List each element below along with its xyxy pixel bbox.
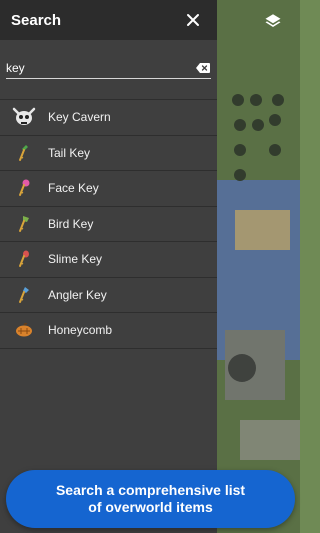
result-item[interactable]: Honeycomb: [0, 313, 217, 349]
bird-key-icon: [0, 206, 48, 241]
honeycomb-icon: [0, 313, 48, 348]
backspace-clear-icon: [196, 62, 210, 73]
layers-icon: [265, 14, 281, 27]
search-drawer: Search Key Cavern: [0, 0, 217, 533]
drawer-header: Search: [0, 0, 217, 40]
result-item[interactable]: Face Key: [0, 171, 217, 207]
result-item[interactable]: Tail Key: [0, 135, 217, 171]
result-label: Slime Key: [48, 252, 103, 267]
result-label: Tail Key: [48, 145, 91, 160]
result-item[interactable]: Angler Key: [0, 277, 217, 313]
result-label: Face Key: [48, 181, 99, 196]
close-icon: [187, 14, 199, 26]
layers-button[interactable]: [258, 8, 288, 34]
clear-search-button[interactable]: [195, 60, 211, 76]
tail-key-icon: [0, 135, 48, 170]
result-label: Key Cavern: [48, 110, 111, 125]
result-item[interactable]: Key Cavern: [0, 100, 217, 136]
promo-text: Search a comprehensive list of overworld…: [55, 482, 246, 515]
result-item[interactable]: Bird Key: [0, 206, 217, 242]
promo-banner[interactable]: Search a comprehensive list of overworld…: [6, 470, 295, 528]
result-label: Bird Key: [48, 216, 94, 231]
search-results-list: Key Cavern Tail Key Face Key Bird Key Sl…: [0, 99, 217, 349]
face-key-icon: [0, 171, 48, 206]
search-row: [6, 57, 211, 79]
result-label: Honeycomb: [48, 323, 113, 338]
result-label: Angler Key: [48, 287, 107, 302]
map-scrim: [217, 0, 300, 533]
angler-key-icon: [0, 277, 48, 312]
close-button[interactable]: [183, 10, 203, 30]
slime-key-icon: [0, 242, 48, 277]
drawer-title: Search: [11, 11, 62, 29]
result-item[interactable]: Slime Key: [0, 242, 217, 278]
key-cavern-skull-icon: [0, 100, 48, 135]
search-input[interactable]: [6, 57, 195, 78]
